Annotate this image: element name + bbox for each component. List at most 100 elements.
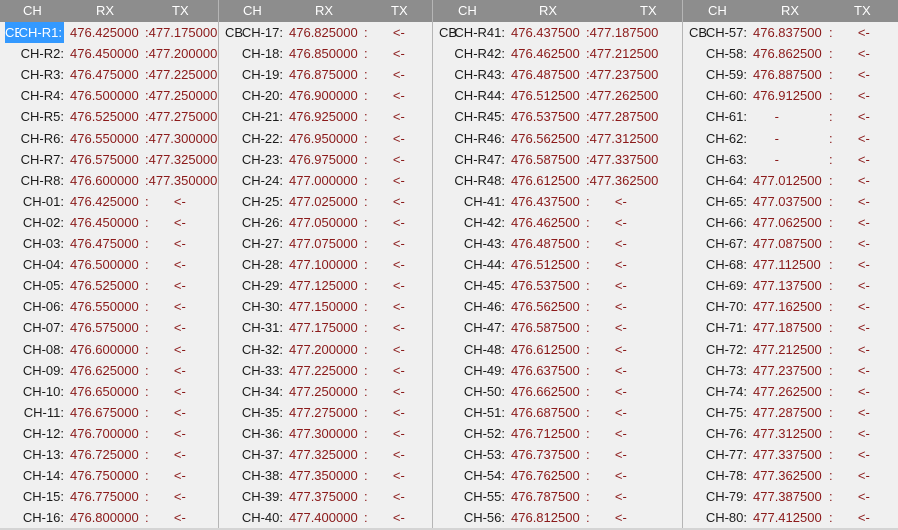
channel-row[interactable]: CH-42: 476.462500: <-: [433, 212, 683, 233]
channel-row[interactable]: CH-23: 476.975000: <-: [219, 149, 433, 170]
channel-row[interactable]: CH-R45: 476.537500:477.287500: [433, 106, 683, 127]
channel-row[interactable]: CH-59: 476.887500: <-: [683, 64, 898, 85]
channel-row[interactable]: CH-43: 476.487500: <-: [433, 233, 683, 254]
channel-row[interactable]: CH-55: 476.787500: <-: [433, 486, 683, 507]
channel-row[interactable]: CH-16: 476.800000: <-: [0, 507, 219, 528]
panel-separator: [682, 0, 683, 528]
channel-row[interactable]: CH-35: 477.275000: <-: [219, 402, 433, 423]
channel-row[interactable]: CH-36: 477.300000: <-: [219, 423, 433, 444]
channel-row[interactable]: CH-20: 476.900000: <-: [219, 85, 433, 106]
channel-row[interactable]: CH-32: 477.200000: <-: [219, 339, 433, 360]
channel-row[interactable]: CB CH-R41: 476.437500:477.187500: [433, 22, 683, 43]
channel-row[interactable]: CH-25: 477.025000: <-: [219, 191, 433, 212]
channel-row[interactable]: CH-80: 477.412500: <-: [683, 507, 898, 528]
channel-row[interactable]: CH-R43: 476.487500:477.237500: [433, 64, 683, 85]
channel-row[interactable]: CH-63: -: <-: [683, 149, 898, 170]
channel-row[interactable]: CH-R46: 476.562500:477.312500: [433, 128, 683, 149]
channel-row[interactable]: CH-02: 476.450000: <-: [0, 212, 219, 233]
channel-row[interactable]: CH-R8: 476.600000:477.350000: [0, 170, 219, 191]
channel-row[interactable]: CH-R2: 476.450000:477.200000: [0, 43, 219, 64]
channel-row[interactable]: CH-11: 476.675000: <-: [0, 402, 219, 423]
channel-row[interactable]: CH-R42: 476.462500:477.212500: [433, 43, 683, 64]
channel-row[interactable]: CH-29: 477.125000: <-: [219, 275, 433, 296]
channel-row[interactable]: CH-65: 477.037500: <-: [683, 191, 898, 212]
channel-row[interactable]: CH-R48: 476.612500:477.362500: [433, 170, 683, 191]
channel-row[interactable]: CH-64: 477.012500: <-: [683, 170, 898, 191]
channel-row[interactable]: CH-62: -: <-: [683, 128, 898, 149]
channel-row[interactable]: CH-27: 477.075000: <-: [219, 233, 433, 254]
channel-row[interactable]: CH-R47: 476.587500:477.337500: [433, 149, 683, 170]
channel-row[interactable]: CH-74: 477.262500: <-: [683, 381, 898, 402]
channel-row[interactable]: CH-44: 476.512500: <-: [433, 254, 683, 275]
channel-row[interactable]: CH-05: 476.525000: <-: [0, 275, 219, 296]
channel-row[interactable]: CB CH-57: 476.837500: <-: [683, 22, 898, 43]
channel-row[interactable]: CH-54: 476.762500: <-: [433, 465, 683, 486]
channel-row[interactable]: CH-R7: 476.575000:477.325000: [0, 149, 219, 170]
channel-row[interactable]: CH-49: 476.637500: <-: [433, 360, 683, 381]
channel-row[interactable]: CH-12: 476.700000: <-: [0, 423, 219, 444]
rx-frequency: 476.587500: [511, 151, 580, 167]
channel-row[interactable]: CH-14: 476.750000: <-: [0, 465, 219, 486]
channel-row[interactable]: CH-28: 477.100000: <-: [219, 254, 433, 275]
channel-row[interactable]: CH-41: 476.437500: <-: [433, 191, 683, 212]
channel-row[interactable]: CH-40: 477.400000: <-: [219, 507, 433, 528]
channel-row[interactable]: CH-66: 477.062500: <-: [683, 212, 898, 233]
channel-row[interactable]: CH-R5: 476.525000:477.275000: [0, 106, 219, 127]
channel-row[interactable]: CH-73: 477.237500: <-: [683, 360, 898, 381]
channel-row[interactable]: CH-21: 476.925000: <-: [219, 106, 433, 127]
channel-row[interactable]: CH-45: 476.537500: <-: [433, 275, 683, 296]
channel-row[interactable]: CB CH-R1: 476.425000:477.175000: [0, 22, 219, 43]
channel-row[interactable]: CH-03: 476.475000: <-: [0, 233, 219, 254]
channel-row[interactable]: CH-47: 476.587500: <-: [433, 317, 683, 338]
channel-row[interactable]: CH-30: 477.150000: <-: [219, 296, 433, 317]
channel-row[interactable]: CH-34: 477.250000: <-: [219, 381, 433, 402]
channel-row[interactable]: CH-56: 476.812500: <-: [433, 507, 683, 528]
channel-row[interactable]: CH-78: 477.362500: <-: [683, 465, 898, 486]
channel-row[interactable]: CH-50: 476.662500: <-: [433, 381, 683, 402]
channel-row[interactable]: CH-48: 476.612500: <-: [433, 339, 683, 360]
channel-row[interactable]: CH-68: 477.112500: <-: [683, 254, 898, 275]
channel-row[interactable]: CH-31: 477.175000: <-: [219, 317, 433, 338]
channel-row[interactable]: CH-71: 477.187500: <-: [683, 317, 898, 338]
channel-row[interactable]: CH-R6: 476.550000:477.300000: [0, 128, 219, 149]
channel-name: CH-22:: [241, 130, 283, 146]
channel-row[interactable]: CH-R44: 476.512500:477.262500: [433, 85, 683, 106]
channel-row[interactable]: CH-01: 476.425000: <-: [0, 191, 219, 212]
channel-row[interactable]: CH-67: 477.087500: <-: [683, 233, 898, 254]
channel-row[interactable]: CH-06: 476.550000: <-: [0, 296, 219, 317]
channel-row[interactable]: CH-33: 477.225000: <-: [219, 360, 433, 381]
channel-row[interactable]: CH-79: 477.387500: <-: [683, 486, 898, 507]
channel-row[interactable]: CH-13: 476.725000: <-: [0, 444, 219, 465]
channel-row[interactable]: CH-18: 476.850000: <-: [219, 43, 433, 64]
channel-row[interactable]: CH-58: 476.862500: <-: [683, 43, 898, 64]
channel-row[interactable]: CH-46: 476.562500: <-: [433, 296, 683, 317]
channel-row[interactable]: CH-15: 476.775000: <-: [0, 486, 219, 507]
channel-row[interactable]: CH-38: 477.350000: <-: [219, 465, 433, 486]
channel-row[interactable]: CH-75: 477.287500: <-: [683, 402, 898, 423]
channel-row[interactable]: CH-52: 476.712500: <-: [433, 423, 683, 444]
channel-row[interactable]: CH-04: 476.500000: <-: [0, 254, 219, 275]
channel-row[interactable]: CH-10: 476.650000: <-: [0, 381, 219, 402]
channel-row[interactable]: CH-08: 476.600000: <-: [0, 339, 219, 360]
channel-row[interactable]: CH-53: 476.737500: <-: [433, 444, 683, 465]
channel-row[interactable]: CH-22: 476.950000: <-: [219, 128, 433, 149]
tx-frequency: : <-: [364, 320, 405, 336]
channel-row[interactable]: CH-69: 477.137500: <-: [683, 275, 898, 296]
channel-row[interactable]: CH-37: 477.325000: <-: [219, 444, 433, 465]
channel-row[interactable]: CH-39: 477.375000: <-: [219, 486, 433, 507]
channel-row[interactable]: CH-R4: 476.500000:477.250000: [0, 85, 219, 106]
channel-row[interactable]: CB CH-17: 476.825000: <-: [219, 22, 433, 43]
channel-row[interactable]: CH-R3: 476.475000:477.225000: [0, 64, 219, 85]
channel-row[interactable]: CH-24: 477.000000: <-: [219, 170, 433, 191]
channel-row[interactable]: CH-61: -: <-: [683, 106, 898, 127]
channel-row[interactable]: CH-70: 477.162500: <-: [683, 296, 898, 317]
channel-row[interactable]: CH-77: 477.337500: <-: [683, 444, 898, 465]
channel-row[interactable]: CH-26: 477.050000: <-: [219, 212, 433, 233]
channel-row[interactable]: CH-72: 477.212500: <-: [683, 339, 898, 360]
channel-row[interactable]: CH-19: 476.875000: <-: [219, 64, 433, 85]
channel-row[interactable]: CH-76: 477.312500: <-: [683, 423, 898, 444]
channel-row[interactable]: CH-60: 476.912500: <-: [683, 85, 898, 106]
channel-row[interactable]: CH-09: 476.625000: <-: [0, 360, 219, 381]
channel-row[interactable]: CH-51: 476.687500: <-: [433, 402, 683, 423]
channel-row[interactable]: CH-07: 476.575000: <-: [0, 317, 219, 338]
